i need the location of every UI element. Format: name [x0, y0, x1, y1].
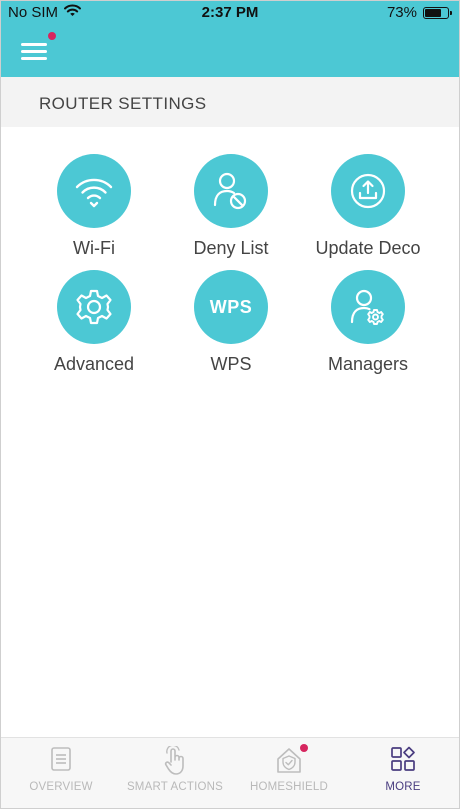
advanced-tile[interactable]: Advanced: [29, 270, 159, 385]
tile-label: Advanced: [53, 354, 135, 374]
tile-label: Update Deco: [315, 238, 421, 258]
app-screen: No SIM 2:37 PM 73% ROUTER SETTINGS Wi-Fi…: [0, 0, 460, 809]
nav-tab-homeshield[interactable]: HOMESHIELD: [232, 738, 346, 808]
more-icon: [346, 746, 459, 776]
tile-label: WPS: [210, 354, 252, 374]
wps-icon-text: WPS: [209, 296, 253, 317]
nav-label: HOMESHIELD: [249, 781, 329, 793]
wps-icon: WPS: [194, 270, 268, 344]
tile-label: Managers: [327, 354, 409, 374]
tile-label: Wi-Fi: [73, 238, 115, 258]
overview-icon: [4, 746, 118, 776]
app-header: No SIM 2:37 PM 73%: [1, 1, 459, 77]
update-icon: [331, 154, 405, 228]
nav-tab-overview[interactable]: OVERVIEW: [4, 738, 118, 808]
gear-icon: [57, 270, 131, 344]
managers-tile[interactable]: Managers: [303, 270, 433, 385]
nav-tab-smart-actions[interactable]: SMART ACTIONS: [118, 738, 232, 808]
menu-line-icon: [21, 50, 47, 53]
nav-label: MORE: [385, 781, 421, 793]
notification-dot: [48, 32, 56, 40]
wifi-settings-tile[interactable]: Wi-Fi: [29, 154, 159, 269]
notification-dot: [300, 744, 308, 752]
homeshield-icon: [232, 746, 346, 776]
section-title: ROUTER SETTINGS: [39, 94, 207, 113]
nav-label: OVERVIEW: [29, 781, 93, 793]
tile-label: Deny List: [193, 238, 269, 258]
status-bar: No SIM 2:37 PM 73%: [1, 1, 459, 23]
section-header: ROUTER SETTINGS: [1, 77, 459, 127]
wps-tile[interactable]: WPS WPS: [166, 270, 296, 385]
managers-icon: [331, 270, 405, 344]
menu-line-icon: [21, 57, 47, 60]
nav-label: SMART ACTIONS: [126, 781, 224, 793]
battery-percent: 73%: [386, 4, 417, 21]
update-deco-tile[interactable]: Update Deco: [303, 154, 433, 269]
status-right: 73%: [386, 4, 452, 21]
battery-icon: [423, 6, 452, 19]
deny-list-tile[interactable]: Deny List: [166, 154, 296, 269]
bottom-nav-bar: OVERVIEW SMART ACTIONS HOMESHIELD MORE: [1, 737, 459, 808]
smart-actions-icon: [118, 746, 232, 776]
hamburger-menu-button[interactable]: [21, 32, 56, 63]
deny-list-icon: [194, 154, 268, 228]
nav-tab-more[interactable]: MORE: [346, 738, 459, 808]
wifi-icon: [57, 154, 131, 228]
menu-line-icon: [21, 43, 47, 46]
